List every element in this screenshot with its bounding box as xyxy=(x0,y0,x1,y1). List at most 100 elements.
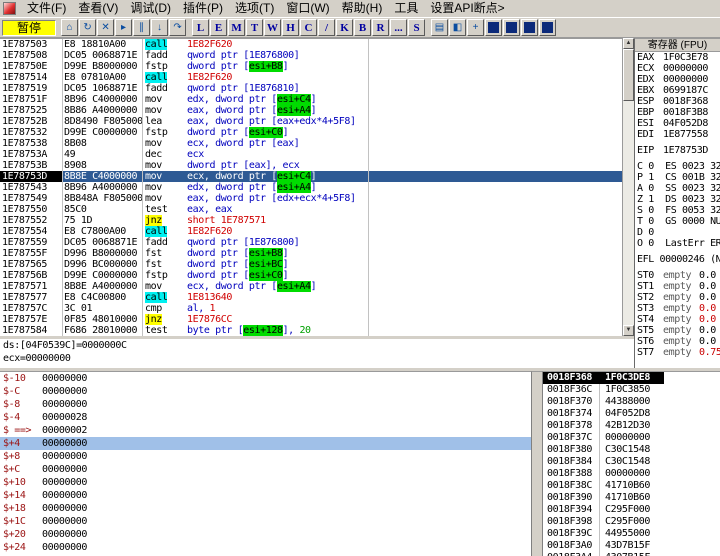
register-flags-row[interactable]: D 0 xyxy=(635,227,720,238)
toolbar-square-button-1[interactable] xyxy=(503,19,520,36)
register-row-edi[interactable]: EDI1E877558 xyxy=(635,129,720,140)
stack-row[interactable]: 0018F380C30C1548 xyxy=(543,444,720,456)
toolbar-letter-button-4[interactable]: W xyxy=(264,19,281,36)
disasm-row[interactable]: 1E7875498B848A F8050000moveax, dword ptr… xyxy=(0,193,634,204)
menu-item-4[interactable]: 选项(T) xyxy=(229,0,280,18)
register-flags-row[interactable]: S 0 FS 0053 32位 7FFDE000(FFF) xyxy=(635,205,720,216)
disasm-vscrollbar[interactable]: ▲ ▼ xyxy=(622,38,634,336)
disasm-row[interactable]: 1E7875438B96 A4000000movedx, dword ptr [… xyxy=(0,182,634,193)
toolbar-icon-button-2[interactable]: ✕ xyxy=(97,19,114,36)
disasm-row[interactable]: 1E787514E8 07810A00call1E82F620 xyxy=(0,72,634,83)
register-row-st6[interactable]: ST6empty0.0 xyxy=(635,336,720,347)
stack-offset-row[interactable]: $+C00000000 xyxy=(0,463,531,476)
stack-offset-row[interactable]: $+1400000000 xyxy=(0,489,531,502)
stack-row[interactable]: 0018F3681F0C3DE8 xyxy=(543,372,720,384)
toolbar-icon-button-4[interactable]: ∥ xyxy=(133,19,150,36)
toolbar-letter-button-9[interactable]: B xyxy=(354,19,371,36)
stack-row[interactable]: 0018F394C295F000 xyxy=(543,504,720,516)
toolbar-letter-button-5[interactable]: H xyxy=(282,19,299,36)
disasm-row[interactable]: 1E78755085C0testeax, eax xyxy=(0,204,634,215)
register-row-ebx[interactable]: EBX0699187C xyxy=(635,85,720,96)
stack-offset-row[interactable]: $-1000000000 xyxy=(0,372,531,385)
menu-item-8[interactable]: 设置API断点> xyxy=(424,0,510,18)
register-flags-row[interactable]: O 0 LastErr ERROR_SUCCESS (00000000) xyxy=(635,238,720,249)
stack-offset-row[interactable]: $+1800000000 xyxy=(0,502,531,515)
menu-item-2[interactable]: 调试(D) xyxy=(124,0,177,18)
disasm-row[interactable]: 1E787532D99E C0000000fstpdword ptr [esi+… xyxy=(0,127,634,138)
menu-item-3[interactable]: 插件(P) xyxy=(177,0,229,18)
stack-row[interactable]: 0018F398C295F000 xyxy=(543,516,720,528)
disasm-row[interactable]: 1E78752B8D8490 F8050000leaeax, dword ptr… xyxy=(0,116,634,127)
disasm-row[interactable]: 1E787554E8 C7800A00call1E82F620 xyxy=(0,226,634,237)
stack-offset-row[interactable]: $-800000000 xyxy=(0,398,531,411)
disasm-row[interactable]: 1E787584F686 28010000 20testbyte ptr [es… xyxy=(0,325,634,336)
disasm-row[interactable]: 1E78753B8908movdword ptr [eax], ecx xyxy=(0,160,634,171)
toolbar-letter-button-7[interactable]: / xyxy=(318,19,335,36)
menu-item-7[interactable]: 工具 xyxy=(388,0,424,18)
disasm-row[interactable]: 1E787565D996 BC000000fstdword ptr [esi+B… xyxy=(0,259,634,270)
register-row-st1[interactable]: ST1empty0.0 xyxy=(635,281,720,292)
stack-offset-row[interactable]: $+1000000000 xyxy=(0,476,531,489)
toolbar-extra-button-2[interactable]: + xyxy=(467,19,484,36)
register-row-st7[interactable]: ST7empty0.75 xyxy=(635,347,720,358)
stack-offset-row[interactable]: $-C00000000 xyxy=(0,385,531,398)
stack-offset-row[interactable]: $+2000000000 xyxy=(0,528,531,541)
register-row-st4[interactable]: ST4empty0.0 xyxy=(635,314,720,325)
register-row-edx[interactable]: EDX00000000 xyxy=(635,74,720,85)
menu-item-6[interactable]: 帮助(H) xyxy=(336,0,389,18)
toolbar-icon-button-1[interactable]: ↻ xyxy=(79,19,96,36)
register-flags-row[interactable]: T 0 GS 0000 NULL xyxy=(635,216,720,227)
stack-row[interactable]: 0018F3A043D7B15F xyxy=(543,540,720,552)
disasm-row[interactable]: 1E7875258B86 A4000000moveax, dword ptr [… xyxy=(0,105,634,116)
register-row-ecx[interactable]: ECX00000000 xyxy=(635,63,720,74)
disasm-row[interactable]: 1E78753D8B8E C4000000movecx, dword ptr [… xyxy=(0,171,634,182)
register-row-st2[interactable]: ST2empty0.0 xyxy=(635,292,720,303)
register-row-eip[interactable]: EIP1E78753D xyxy=(635,145,720,156)
register-row-esp[interactable]: ESP0018F368 xyxy=(635,96,720,107)
disasm-row[interactable]: 1E7875388B08movecx, dword ptr [eax] xyxy=(0,138,634,149)
scroll-thumb[interactable] xyxy=(623,49,634,101)
stack-row[interactable]: 0018F37C00000000 xyxy=(543,432,720,444)
stack-row[interactable]: 0018F37044388000 xyxy=(543,396,720,408)
toolbar-square-button-2[interactable] xyxy=(521,19,538,36)
toolbar-letter-button-10[interactable]: R xyxy=(372,19,389,36)
stack-row[interactable]: 0018F39041710B60 xyxy=(543,492,720,504)
toolbar-extra-button-0[interactable]: ▤ xyxy=(431,19,448,36)
pane-divider[interactable] xyxy=(531,371,543,556)
stack-row[interactable]: 0018F384C30C1548 xyxy=(543,456,720,468)
stack-row[interactable]: 0018F39C44955000 xyxy=(543,528,720,540)
toolbar-icon-button-0[interactable]: ⌂ xyxy=(61,19,78,36)
register-row-esi[interactable]: ESI04F052D8 xyxy=(635,118,720,129)
disasm-row[interactable]: 1E78750ED99E B8000000fstpdword ptr [esi+… xyxy=(0,61,634,72)
toolbar-square-button-3[interactable] xyxy=(539,19,556,36)
scroll-up-icon[interactable]: ▲ xyxy=(623,38,634,49)
toolbar-letter-button-2[interactable]: M xyxy=(228,19,245,36)
register-row-st0[interactable]: ST0empty0.0 xyxy=(635,270,720,281)
toolbar-letter-button-12[interactable]: S xyxy=(408,19,425,36)
stack-row[interactable]: 0018F37842B12D30 xyxy=(543,420,720,432)
toolbar-letter-button-3[interactable]: T xyxy=(246,19,263,36)
stack-offset-row[interactable]: $+2400000000 xyxy=(0,541,531,554)
toolbar-letter-button-8[interactable]: K xyxy=(336,19,353,36)
disasm-row[interactable]: 1E787577E8 C4C00800call1E813640 xyxy=(0,292,634,303)
disasm-row[interactable]: 1E78753A49dececx xyxy=(0,149,634,160)
stack-offset-row[interactable]: $-400000028 xyxy=(0,411,531,424)
disasm-row[interactable]: 1E787508DC05 0068871Efaddqword ptr [1E87… xyxy=(0,50,634,61)
register-flags-row[interactable]: C 0 ES 0023 32位 0(FFFFFFFF) xyxy=(635,161,720,172)
stack-offset-row[interactable]: $ ==>00000002 xyxy=(0,424,531,437)
register-flags-row[interactable]: P 1 CS 001B 32位 0(FFFFFFFF) xyxy=(635,172,720,183)
disasm-row[interactable]: 1E78751F8B96 C4000000movedx, dword ptr [… xyxy=(0,94,634,105)
disasm-row[interactable]: 1E787559DC05 0068871Efaddqword ptr [1E87… xyxy=(0,237,634,248)
toolbar-letter-button-6[interactable]: C xyxy=(300,19,317,36)
disasm-row[interactable]: 1E78755FD996 B8000000fstdword ptr [esi+B… xyxy=(0,248,634,259)
stack-offset-row[interactable]: $+1C00000000 xyxy=(0,515,531,528)
scroll-down-icon[interactable]: ▼ xyxy=(623,325,634,336)
disasm-row[interactable]: 1E7875718B8E A4000000movecx, dword ptr [… xyxy=(0,281,634,292)
register-row-st3[interactable]: ST3empty0.0 xyxy=(635,303,720,314)
menu-item-0[interactable]: 文件(F) xyxy=(21,0,72,18)
toolbar-icon-button-3[interactable]: ▸ xyxy=(115,19,132,36)
toolbar-icon-button-6[interactable]: ↷ xyxy=(169,19,186,36)
toolbar-letter-button-11[interactable]: ... xyxy=(390,19,407,36)
disasm-row[interactable]: 1E78755275 1Djnzshort 1E787571 xyxy=(0,215,634,226)
stack-row[interactable]: 0018F37404F052D8 xyxy=(543,408,720,420)
